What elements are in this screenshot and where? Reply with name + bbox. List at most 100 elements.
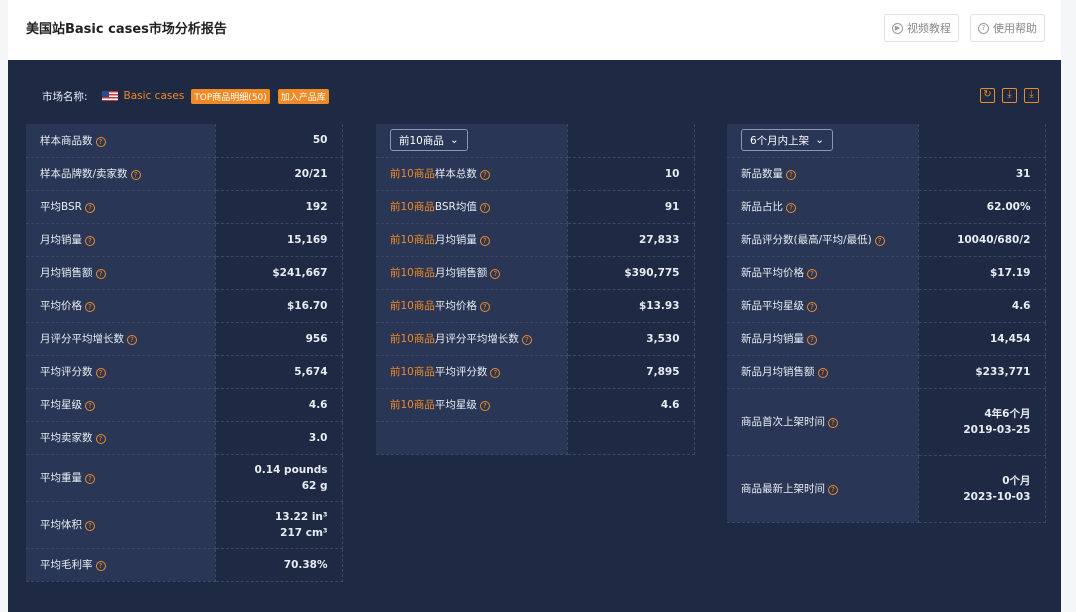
stat-value-cell: 14,454 (918, 322, 1046, 356)
stat-row: 新品平均星级? 4.6 (727, 289, 1046, 323)
stat-label: 平均价格 (434, 300, 477, 312)
help-circle-icon[interactable]: ? (490, 368, 501, 378)
help-circle-icon[interactable]: ? (85, 236, 95, 246)
stat-row: 平均体积? 13.22 in³ 217 cm³ (26, 501, 343, 549)
stat-value-cell: 956 (215, 322, 343, 356)
help-circle-icon[interactable]: ? (84, 203, 95, 213)
stat-value: 10 (664, 167, 680, 180)
stat-label-cell: 样本品牌数/卖家数? (26, 157, 216, 191)
stat-row: 新品评分数(最高/平均/最低)? 10040/680/2 (727, 223, 1046, 257)
stat-row: 前10商品平均星级? 4.6 (376, 388, 695, 422)
stat-value-cell: 10 (567, 157, 695, 191)
help-circle-icon[interactable]: ? (786, 170, 796, 180)
stat-row: 月评分平均增长数? 956 (26, 322, 343, 356)
stat-row: 前10商品月评分平均增长数? 3,530 (376, 322, 695, 356)
top10-prefix: 前10商品 (390, 267, 435, 279)
add-to-library-tag[interactable]: 加入产品库 (277, 88, 329, 104)
stat-row: 商品首次上架时间? 4年6个月 2019-03-25 (727, 388, 1046, 456)
stat-value-cell: 4.6 (215, 388, 343, 422)
help-circle-icon[interactable]: ? (130, 170, 141, 180)
help-circle-icon[interactable]: ? (479, 170, 490, 180)
stat-label-cell: 前10商品平均评分数? (376, 355, 568, 389)
help-circle-icon[interactable]: ? (479, 401, 490, 411)
stat-value-cell: 91 (567, 190, 695, 224)
top10-prefix: 前10商品 (390, 366, 435, 378)
help-circle-icon[interactable]: ? (85, 521, 95, 531)
help-button[interactable]: ? 使用帮助 (970, 14, 1045, 42)
top10-select[interactable]: 前10商品 ⌄ (390, 129, 468, 152)
help-circle-icon[interactable]: ? (521, 335, 532, 345)
stat-label: 新品平均价格 (741, 267, 804, 279)
help-circle-icon[interactable]: ? (807, 302, 817, 312)
stat-value-cell: $233,771 (918, 355, 1046, 389)
refresh-icon[interactable]: ↻ (980, 88, 995, 103)
stat-label: 月均销量 (434, 234, 477, 246)
stat-value-cell: $16.70 (215, 289, 343, 323)
stat-label-cell: 新品数量? (727, 157, 919, 191)
help-circle-icon[interactable]: ? (786, 203, 796, 213)
help-circle-icon[interactable]: ? (817, 368, 828, 378)
stat-label: 月均销量 (40, 234, 82, 246)
stat-value: 4.6 (1011, 299, 1031, 312)
stat-value: 4年6个月 (984, 407, 1031, 420)
help-circle-icon[interactable]: ? (95, 434, 106, 444)
stat-value-cell: 62.00% (918, 190, 1046, 224)
help-circle-icon[interactable]: ? (828, 485, 838, 495)
stat-value: $16.70 (286, 299, 328, 312)
stat-value-cell: $390,775 (567, 256, 695, 290)
stat-value-cell: 4年6个月 2019-03-25 (918, 388, 1046, 456)
help-circle-icon[interactable]: ? (95, 561, 106, 571)
stat-value: 50 (312, 134, 328, 147)
download-icon[interactable]: ⤓ (1002, 88, 1017, 103)
video-tutorial-button[interactable]: ▶ 视频教程 (884, 14, 959, 42)
stat-value: 15,169 (286, 233, 328, 246)
export-icon[interactable]: ⤓ (1024, 88, 1039, 103)
help-circle-icon[interactable]: ? (479, 302, 490, 312)
stat-label: BSR均值 (434, 201, 477, 213)
help-circle-icon[interactable]: ? (807, 269, 817, 279)
stat-label-cell: 商品首次上架时间? (727, 388, 919, 456)
help-circle-icon[interactable]: ? (95, 368, 106, 378)
top10-stats-table: 前10商品 ⌄ 前10商品样本总数? 10 前10商品BSR均值? 91 前10商品月均销… (376, 124, 695, 455)
stat-label: 平均毛利率 (40, 559, 93, 571)
help-circle-icon[interactable]: ? (828, 418, 838, 428)
help-circle-icon[interactable]: ? (95, 269, 106, 279)
stat-row: 平均星级? 4.6 (26, 388, 343, 422)
top-products-tag[interactable]: TOP商品明细(50) (191, 88, 270, 104)
stat-value-cell: 3.0 (215, 421, 343, 455)
help-circle-icon[interactable]: ? (127, 335, 137, 345)
stat-value-cell: 27,833 (567, 223, 695, 257)
stat-label: 新品月均销售额 (741, 366, 815, 378)
listing-period-select[interactable]: 6个月内上架 ⌄ (741, 129, 833, 152)
help-circle-icon[interactable]: ? (874, 236, 885, 246)
chevron-down-icon: ⌄ (449, 134, 459, 147)
stat-value-cell: 50 (215, 124, 343, 158)
stat-value-cell: 70.38% (215, 548, 343, 582)
stat-value-secondary: 2019-03-25 (963, 423, 1031, 436)
stat-label: 新品评分数(最高/平均/最低) (741, 234, 872, 246)
help-circle-icon[interactable]: ? (490, 269, 501, 279)
report-panel: 市场名称: Basic cases TOP商品明细(50) 加入产品库 ↻ ⤓ … (8, 60, 1061, 612)
help-circle-icon[interactable]: ? (85, 401, 95, 411)
stat-label: 新品占比 (741, 201, 783, 213)
help-circle-icon[interactable]: ? (85, 474, 95, 484)
stat-label: 新品数量 (741, 168, 783, 180)
stat-row: 新品月均销量? 14,454 (727, 322, 1046, 356)
help-circle-icon[interactable]: ? (479, 203, 490, 213)
help-circle-icon[interactable]: ? (807, 335, 817, 345)
market-name-link[interactable]: Basic cases (124, 90, 185, 102)
stat-value-secondary: 2023-10-03 (963, 490, 1031, 503)
help-circle-icon[interactable]: ? (479, 236, 490, 246)
stat-label-cell: 商品最新上架时间? (727, 455, 919, 523)
stat-row: 新品平均价格? $17.19 (727, 256, 1046, 290)
help-circle-icon[interactable]: ? (85, 302, 95, 312)
stat-value: 27,833 (638, 233, 680, 246)
stat-label-cell: 前10商品平均星级? (376, 388, 568, 422)
stat-value: 3,530 (646, 332, 680, 345)
new-products-select-cell: 6个月内上架 ⌄ (727, 124, 919, 158)
chevron-down-icon: ⌄ (815, 134, 824, 147)
stat-label: 样本品牌数/卖家数 (40, 168, 128, 180)
stat-value: 4.6 (308, 398, 328, 411)
stat-value-cell: 31 (918, 157, 1046, 191)
help-circle-icon[interactable]: ? (95, 136, 106, 147)
